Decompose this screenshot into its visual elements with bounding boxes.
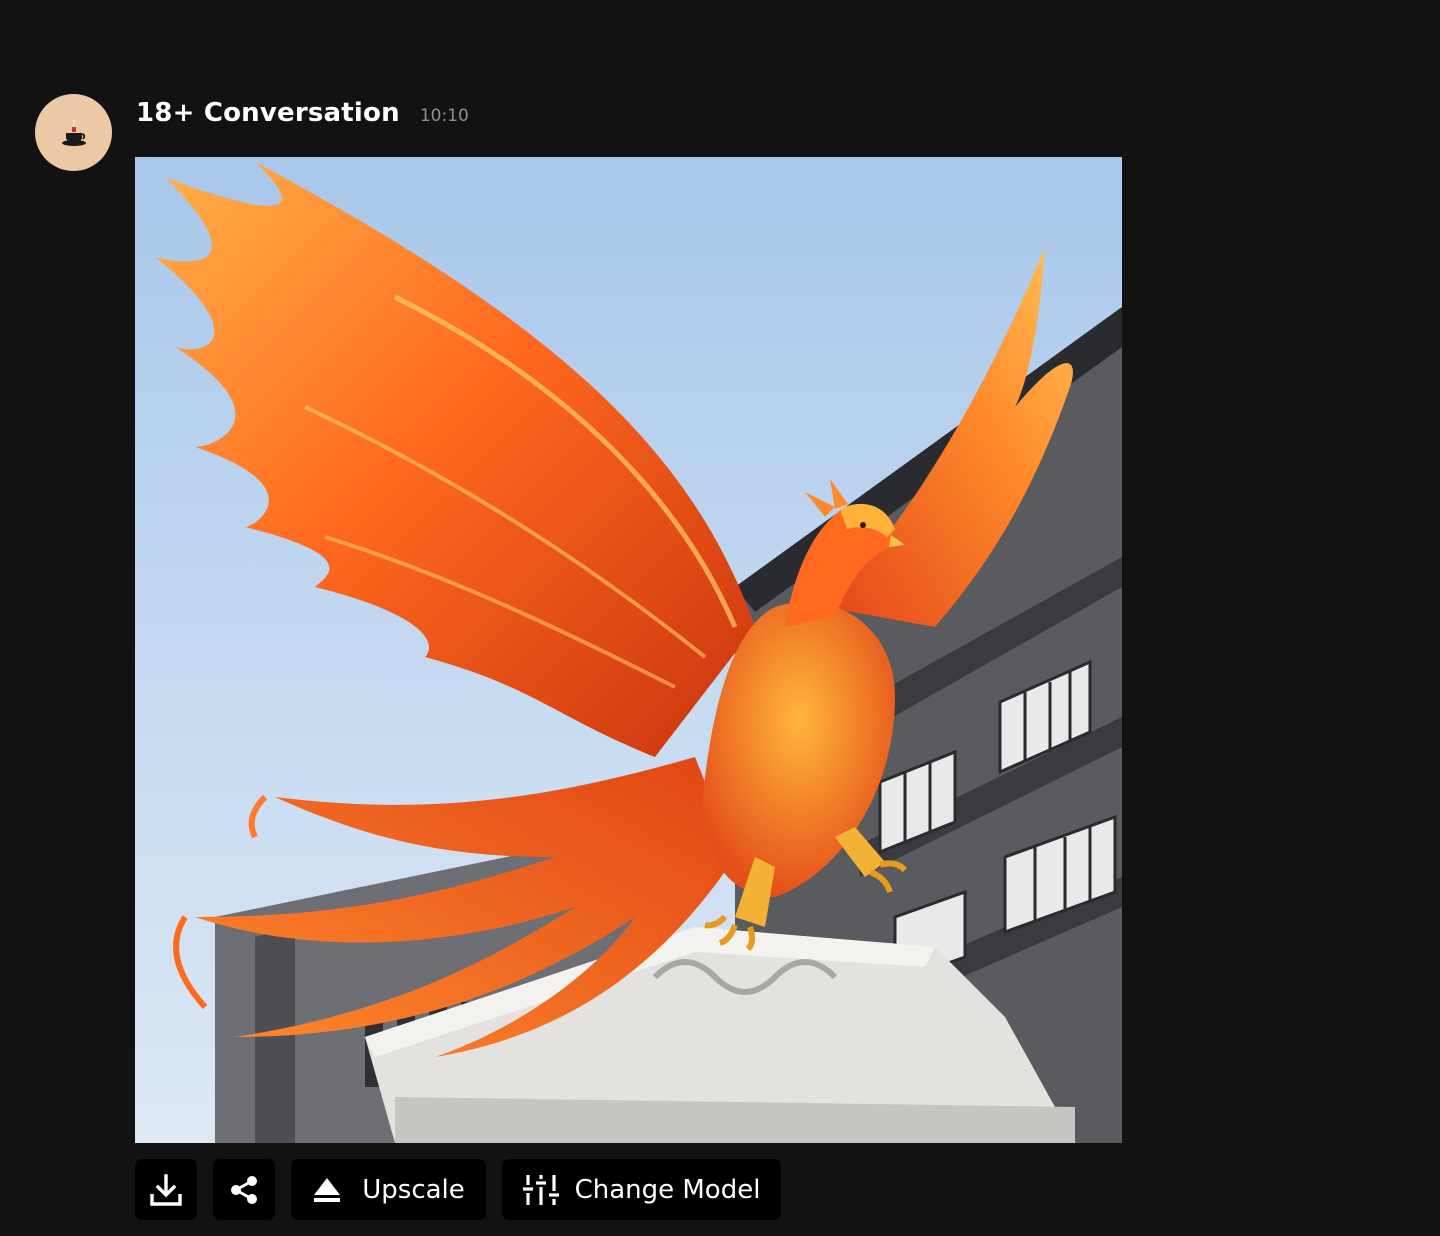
message-header: 18+ Conversation 10:10 — [136, 98, 469, 128]
avatar[interactable] — [35, 94, 112, 171]
image-actions: Upscale Change Model — [135, 1159, 781, 1220]
phoenix-image — [135, 157, 1122, 1143]
upscale-label: Upscale — [362, 1174, 465, 1205]
download-icon — [148, 1172, 184, 1208]
eject-icon — [312, 1176, 342, 1204]
download-button[interactable] — [135, 1159, 197, 1220]
change-model-button[interactable]: Change Model — [502, 1159, 781, 1220]
timestamp: 10:10 — [419, 106, 469, 126]
change-model-label: Change Model — [574, 1174, 761, 1205]
share-button[interactable] — [213, 1159, 275, 1220]
share-icon — [227, 1173, 261, 1207]
teacup-icon — [61, 118, 86, 146]
upscale-button[interactable]: Upscale — [291, 1159, 486, 1220]
sender-name: 18+ Conversation — [136, 98, 400, 128]
generated-image[interactable] — [135, 157, 1122, 1143]
sliders-icon — [522, 1173, 559, 1207]
